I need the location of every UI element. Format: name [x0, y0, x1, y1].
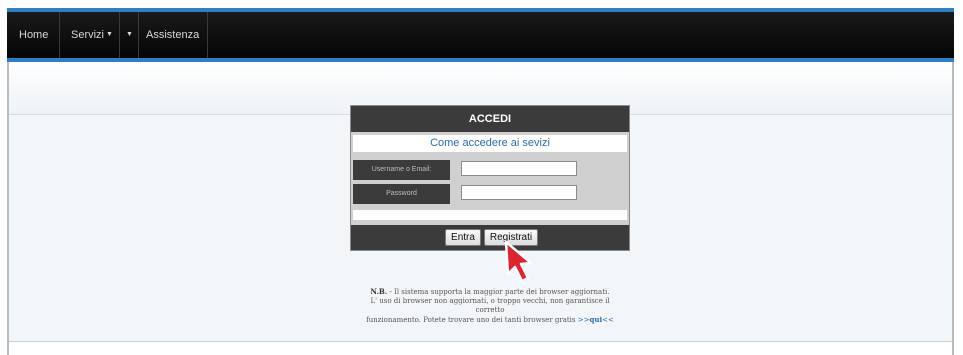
browser-note: N.B. - Il sistema supporta la maggior pa…: [320, 287, 660, 325]
chevron-down-icon: ▼: [106, 31, 113, 38]
note-line-3: corretto: [475, 306, 505, 314]
note-line-2: L' uso di browser non aggiornati, o trop…: [370, 297, 610, 305]
login-button[interactable]: Entra: [445, 229, 481, 246]
note-prefix: N.B.: [370, 287, 388, 296]
note-line-4: funzionamento. Potete trovare uno dei ta…: [320, 315, 660, 325]
login-spacer-strip: [353, 210, 627, 220]
note-line-4-text: funzionamento. Potete trovare uno dei ta…: [366, 316, 578, 324]
username-input[interactable]: [461, 161, 577, 176]
login-actions: Entra Registrati: [351, 225, 629, 250]
nav-divider: [59, 12, 60, 58]
password-input[interactable]: [461, 185, 577, 200]
note-line-1-text: - Il sistema supporta la maggior parte d…: [387, 288, 610, 296]
nav-divider: [119, 12, 120, 58]
nav-divider: [207, 12, 208, 58]
login-title: ACCEDI: [351, 106, 629, 132]
nav-servizi[interactable]: Servizi ▼: [71, 12, 113, 58]
top-navbar: Home Servizi ▼ ▼ Assistenza: [7, 8, 954, 58]
mouse-pointer-icon: [504, 240, 533, 283]
nav-assistenza[interactable]: Assistenza: [146, 12, 199, 58]
login-panel: ACCEDI Come accedere ai sevizi Username …: [350, 105, 630, 251]
content-bottom-rule: [9, 341, 952, 342]
nav-home[interactable]: Home: [19, 12, 48, 58]
password-label: Password: [353, 184, 450, 204]
username-label: Username o Email:: [353, 160, 450, 180]
browser-link-prefix: >>: [577, 316, 590, 324]
chevron-down-icon: ▼: [126, 31, 133, 38]
browser-link-suffix: <<: [602, 316, 614, 324]
help-link[interactable]: Come accedere ai sevizi: [353, 135, 627, 152]
nav-servizi-dropdown-toggle[interactable]: ▼: [124, 12, 133, 58]
browser-link[interactable]: qui: [589, 315, 602, 324]
nav-servizi-label: Servizi: [71, 29, 105, 41]
note-line-1: N.B. - Il sistema supporta la maggior pa…: [320, 287, 660, 297]
nav-divider: [138, 12, 139, 58]
